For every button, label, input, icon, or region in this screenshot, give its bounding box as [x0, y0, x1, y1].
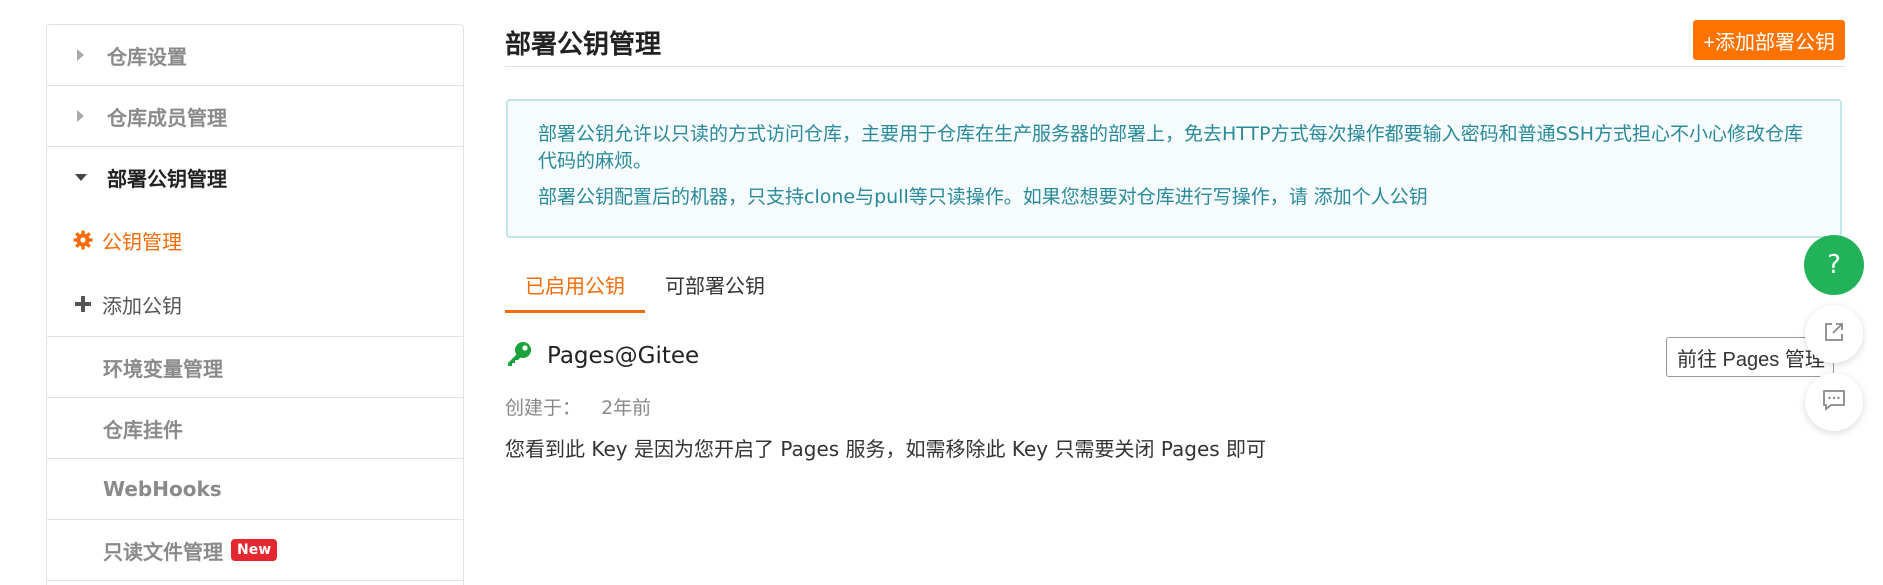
key-tabs: 已启用公钥 可部署公钥: [505, 258, 785, 313]
share-icon: [1822, 320, 1846, 348]
sidebar-item-label: 仓库设置: [107, 44, 187, 69]
help-icon: ?: [1827, 250, 1841, 280]
created-value: 2年前: [601, 397, 652, 419]
sidebar-item-label: 仓库成员管理: [107, 105, 227, 130]
sidebar-item-label: 只读文件管理: [103, 539, 223, 564]
help-button[interactable]: ?: [1804, 235, 1864, 295]
key-name: Pages@Gitee: [547, 343, 700, 369]
info-text-2: 部署公钥配置后的机器，只支持clone与pull等只读操作。如果您想要对仓库进行…: [538, 186, 1428, 208]
sidebar-item-label: WebHooks: [103, 477, 222, 501]
sidebar-item-members[interactable]: 仓库成员管理: [47, 86, 463, 147]
sidebar-item-label: 环境变量管理: [103, 356, 223, 381]
caret-right-icon: [77, 49, 84, 61]
add-deploy-key-button[interactable]: +添加部署公钥: [1693, 20, 1845, 60]
sidebar-item-widgets[interactable]: 仓库挂件: [47, 398, 463, 459]
main-content: 部署公钥管理 +添加部署公钥 部署公钥允许以只读的方式访问仓库，主要用于仓库在生…: [505, 0, 1845, 565]
share-button[interactable]: [1805, 305, 1863, 363]
sidebar-item-label: 部署公钥管理: [107, 167, 227, 191]
tab-enabled-keys[interactable]: 已启用公钥: [505, 258, 645, 313]
created-label: 创建于：: [505, 397, 582, 419]
sidebar-item-webhooks[interactable]: WebHooks: [47, 459, 463, 520]
plus-icon: [72, 293, 94, 315]
key-header: Pages@Gitee: [505, 340, 699, 372]
gear-icon: [72, 229, 94, 251]
info-text-1: 部署公钥允许以只读的方式访问仓库，主要用于仓库在生产服务器的部署上，免去HTTP…: [538, 123, 1804, 172]
sidebar-subitem-label: 公钥管理: [102, 229, 182, 254]
sidebar-item-label: 仓库挂件: [103, 417, 183, 442]
caret-down-icon: [75, 173, 87, 181]
chat-icon: [1821, 388, 1847, 416]
sidebar-item-env-vars[interactable]: 环境变量管理: [47, 337, 463, 398]
sidebar-group-deploy-keys: 部署公钥管理 公钥管理 添加公钥: [47, 147, 463, 337]
sidebar-item-repo-settings[interactable]: 仓库设置: [47, 25, 463, 86]
key-description: 您看到此 Key 是因为您开启了 Pages 服务，如需移除此 Key 只需要关…: [505, 437, 1267, 461]
new-badge: New: [231, 539, 278, 561]
tab-deployable-keys[interactable]: 可部署公钥: [645, 258, 785, 310]
page-title: 部署公钥管理: [505, 30, 662, 60]
sidebar-subitem-key-management[interactable]: 公钥管理: [47, 208, 463, 272]
key-created: 创建于： 2年前: [505, 393, 651, 420]
key-icon: [505, 340, 533, 372]
header-divider: [505, 66, 1845, 67]
sidebar-item-readonly-files[interactable]: 只读文件管理 New: [47, 520, 463, 581]
feedback-button[interactable]: [1805, 373, 1863, 431]
sidebar-subitem-add-key[interactable]: 添加公钥: [47, 272, 463, 336]
sidebar-subitem-label: 添加公钥: [102, 293, 182, 318]
settings-sidebar: 仓库设置 仓库成员管理 部署公钥管理 公钥管理 添加公钥 环境变量管理 仓库挂件…: [46, 24, 464, 585]
info-notice: 部署公钥允许以只读的方式访问仓库，主要用于仓库在生产服务器的部署上，免去HTTP…: [506, 99, 1842, 238]
sidebar-item-deploy-keys[interactable]: 部署公钥管理: [47, 147, 463, 208]
caret-right-icon: [77, 110, 84, 122]
